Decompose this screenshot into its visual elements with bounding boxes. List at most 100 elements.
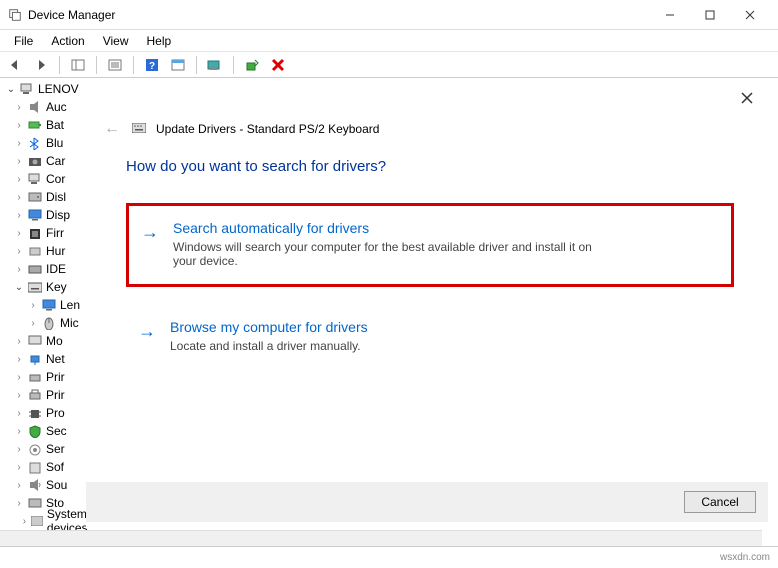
uninstall-button[interactable] <box>267 54 289 76</box>
update-driver-button[interactable] <box>241 54 263 76</box>
printer-icon <box>28 389 42 401</box>
toolbar-separator <box>233 56 234 74</box>
horizontal-scrollbar[interactable] <box>0 530 762 546</box>
hid-icon <box>28 245 42 257</box>
tree-item[interactable]: ›Car <box>6 152 88 170</box>
chevron-right-icon: › <box>14 444 24 455</box>
arrow-right-icon: → <box>141 220 159 268</box>
menu-help[interactable]: Help <box>139 32 180 50</box>
statusbar: wsxdn.com <box>0 546 778 568</box>
battery-icon <box>28 119 42 131</box>
tree-item[interactable]: ›IDE <box>6 260 88 278</box>
chevron-right-icon: › <box>14 426 24 437</box>
chevron-right-icon: › <box>14 138 24 149</box>
tree-item-label: Mo <box>46 334 63 348</box>
tree-item[interactable]: ›Mic <box>6 314 88 332</box>
chevron-right-icon: › <box>14 372 24 383</box>
action-button[interactable] <box>167 54 189 76</box>
chevron-right-icon: › <box>14 354 24 365</box>
display-icon <box>28 209 42 221</box>
arrow-right-icon: → <box>138 319 156 353</box>
tree-item[interactable]: ›Sou <box>6 476 88 494</box>
chevron-right-icon: › <box>22 516 27 527</box>
keyboard-icon <box>28 281 42 293</box>
monitor-icon <box>28 335 42 347</box>
chevron-right-icon: › <box>14 408 24 419</box>
disk-icon <box>28 191 42 203</box>
tree-item-label: Disp <box>46 208 70 222</box>
computer-icon <box>20 83 34 95</box>
storage-icon <box>28 497 42 509</box>
computer-icon <box>28 173 42 185</box>
watermark: wsxdn.com <box>720 552 770 563</box>
menu-file[interactable]: File <box>6 32 41 50</box>
app-icon <box>8 8 22 22</box>
chevron-right-icon: › <box>14 480 24 491</box>
tree-item-label: Bat <box>46 118 64 132</box>
option-browse-computer[interactable]: → Browse my computer for drivers Locate … <box>126 305 734 369</box>
tree-item[interactable]: ›Firr <box>6 224 88 242</box>
tree-item[interactable]: › Blu <box>6 134 88 152</box>
dialog-back-button[interactable]: ← <box>102 120 122 138</box>
tree-item[interactable]: ›Bat <box>6 116 88 134</box>
toolbar-separator <box>96 56 97 74</box>
chevron-down-icon: ⌄ <box>14 282 24 293</box>
dialog-question: How do you want to search for drivers? <box>126 158 734 175</box>
properties-button[interactable] <box>104 54 126 76</box>
tree-item[interactable]: › Prir <box>6 368 88 386</box>
menu-view[interactable]: View <box>95 32 137 50</box>
minimize-button[interactable] <box>650 1 690 29</box>
chevron-right-icon: › <box>28 318 38 329</box>
scan-hardware-button[interactable] <box>204 54 226 76</box>
toolbar: ? <box>0 52 778 78</box>
tree-item[interactable]: ›Hur <box>6 242 88 260</box>
camera-icon <box>28 155 42 167</box>
tree-item[interactable]: ›Sof <box>6 458 88 476</box>
chevron-right-icon: › <box>14 336 24 347</box>
show-hide-tree-button[interactable] <box>67 54 89 76</box>
window-title: Device Manager <box>28 8 650 22</box>
sound-icon <box>28 479 42 491</box>
help-button[interactable]: ? <box>141 54 163 76</box>
tree-item[interactable]: › Mo <box>6 332 88 350</box>
option-title: Search automatically for drivers <box>173 220 603 236</box>
maximize-button[interactable] <box>690 1 730 29</box>
tree-item[interactable]: ›Auc <box>6 98 88 116</box>
tree-item[interactable]: ›Disl <box>6 188 88 206</box>
cancel-button[interactable]: Cancel <box>684 491 756 513</box>
tree-item-label: Blu <box>46 136 63 150</box>
tree-item[interactable]: ›Prir <box>6 386 88 404</box>
menu-action[interactable]: Action <box>43 32 92 50</box>
dialog-footer: Cancel <box>86 482 768 522</box>
chevron-right-icon: › <box>14 210 24 221</box>
option-search-automatically[interactable]: → Search automatically for drivers Windo… <box>126 203 734 287</box>
dialog-title: Update Drivers - Standard PS/2 Keyboard <box>156 122 379 136</box>
device-tree[interactable]: ⌄ LENOV ›Auc›Bat›Blu›Car›Cor›Disl›Disp›F… <box>0 78 88 534</box>
tree-item[interactable]: › System devices <box>6 512 88 530</box>
network-icon <box>28 353 42 365</box>
close-button[interactable] <box>730 1 770 29</box>
forward-button[interactable] <box>30 54 52 76</box>
tree-item-label: Key <box>46 280 67 294</box>
keyboard-icon <box>132 122 146 136</box>
toolbar-separator <box>59 56 60 74</box>
tree-item[interactable]: ›Len <box>6 296 88 314</box>
tree-item-label: Sec <box>46 424 67 438</box>
tree-item[interactable]: ›Ser <box>6 440 88 458</box>
chevron-right-icon: › <box>14 498 24 509</box>
tree-item[interactable]: ›Pro <box>6 404 88 422</box>
back-button[interactable] <box>4 54 26 76</box>
printq-icon <box>28 371 42 383</box>
chevron-down-icon: ⌄ <box>6 84 16 95</box>
tree-root[interactable]: ⌄ LENOV <box>6 82 88 96</box>
tree-item-label: Prir <box>46 370 65 384</box>
tree-item[interactable]: › Disp <box>6 206 88 224</box>
tree-item[interactable]: ›Cor <box>6 170 88 188</box>
dialog-close-button[interactable] <box>732 86 762 110</box>
cancel-label: Cancel <box>701 495 738 509</box>
tree-item[interactable]: ›Net <box>6 350 88 368</box>
update-driver-dialog: ← Update Drivers - Standard PS/2 Keyboar… <box>86 78 774 528</box>
chevron-right-icon: › <box>14 264 24 275</box>
tree-item[interactable]: ⌄ Key <box>6 278 88 296</box>
tree-item[interactable]: › Sec <box>6 422 88 440</box>
